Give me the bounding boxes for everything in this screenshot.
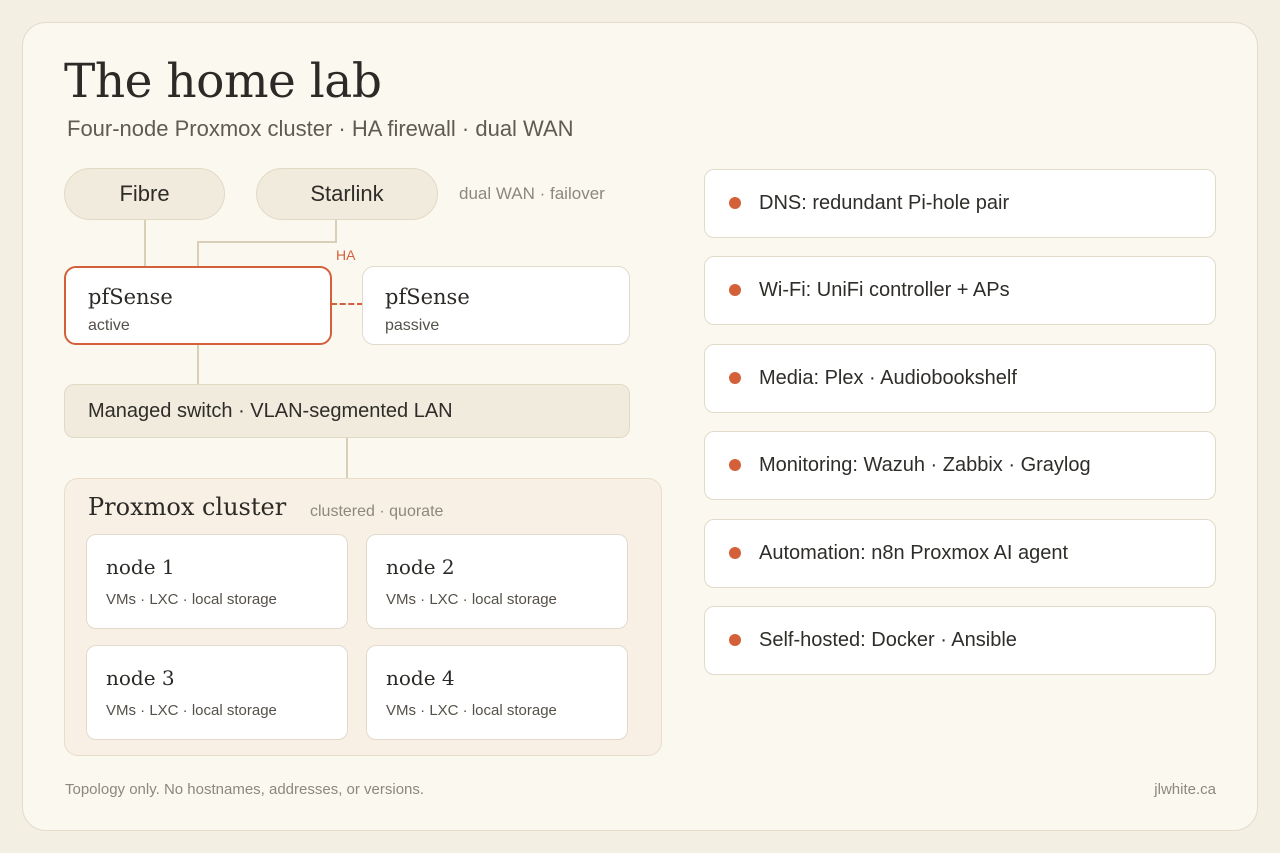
bullet-dot-icon (729, 633, 741, 646)
pfsense-passive-state: passive (385, 317, 440, 334)
page-subtitle: Four-node Proxmox cluster · HA firewall … (67, 116, 574, 141)
managed-switch-label: Managed switch · VLAN-segmented LAN (88, 399, 453, 422)
node-name: node 3 (106, 666, 175, 690)
connector-pfsense-to-switch (197, 344, 199, 384)
bullet-dot-icon (729, 546, 741, 559)
pfsense-active: pfSense active (64, 266, 332, 345)
service-wifi: Wi-Fi: UniFi controller + APs (704, 256, 1216, 325)
wan-note: dual WAN · failover (459, 184, 605, 203)
service-self-hosted: Self-hosted: Docker · Ansible (704, 606, 1216, 675)
service-label: Automation: n8n Proxmox AI agent (759, 542, 1069, 564)
ha-link (331, 303, 363, 305)
service-media: Media: Plex · Audiobookshelf (704, 344, 1216, 413)
node-2: node 2 VMs · LXC · local storage (366, 534, 628, 629)
managed-switch: Managed switch · VLAN-segmented LAN (64, 384, 630, 438)
connector-starlink-to-pfsense (197, 241, 199, 267)
pfsense-active-name: pfSense (88, 285, 173, 309)
pfsense-passive-name: pfSense (385, 285, 470, 309)
node-desc: VMs · LXC · local storage (106, 591, 277, 608)
page-title: The home lab (64, 54, 382, 109)
bullet-dot-icon (729, 196, 741, 209)
node-1: node 1 VMs · LXC · local storage (86, 534, 348, 629)
service-label: Self-hosted: Docker · Ansible (759, 629, 1017, 651)
connector-switch-to-cluster (346, 438, 348, 478)
service-label: Monitoring: Wazuh · Zabbix · Graylog (759, 454, 1091, 476)
node-desc: VMs · LXC · local storage (386, 702, 557, 719)
pfsense-passive: pfSense passive (362, 266, 630, 345)
cluster-title: Proxmox cluster (88, 493, 287, 521)
bullet-dot-icon (729, 458, 741, 471)
node-desc: VMs · LXC · local storage (106, 702, 277, 719)
node-name: node 4 (386, 666, 455, 690)
node-4: node 4 VMs · LXC · local storage (366, 645, 628, 740)
footer-site: jlwhite.ca (1154, 781, 1216, 798)
proxmox-cluster: Proxmox cluster clustered · quorate node… (64, 478, 662, 756)
node-name: node 2 (386, 555, 455, 579)
connector-starlink-horizontal (197, 241, 337, 243)
bullet-dot-icon (729, 283, 741, 296)
node-desc: VMs · LXC · local storage (386, 591, 557, 608)
bullet-dot-icon (729, 371, 741, 384)
pfsense-active-state: active (88, 317, 130, 334)
wan-fibre: Fibre (64, 168, 225, 220)
service-dns: DNS: redundant Pi-hole pair (704, 169, 1216, 238)
node-3: node 3 VMs · LXC · local storage (86, 645, 348, 740)
cluster-tag: clustered · quorate (310, 503, 444, 520)
connector-starlink-down (335, 220, 337, 242)
service-monitoring: Monitoring: Wazuh · Zabbix · Graylog (704, 431, 1216, 500)
wan-starlink: Starlink (256, 168, 438, 220)
service-label: Media: Plex · Audiobookshelf (759, 367, 1017, 389)
service-label: Wi-Fi: UniFi controller + APs (759, 279, 1010, 301)
footer-note: Topology only. No hostnames, addresses, … (65, 781, 425, 798)
service-label: DNS: redundant Pi-hole pair (759, 192, 1010, 214)
connector-fibre-to-pfsense (144, 220, 146, 267)
ha-label: HA (336, 247, 356, 263)
service-automation: Automation: n8n Proxmox AI agent (704, 519, 1216, 588)
node-name: node 1 (106, 555, 175, 579)
